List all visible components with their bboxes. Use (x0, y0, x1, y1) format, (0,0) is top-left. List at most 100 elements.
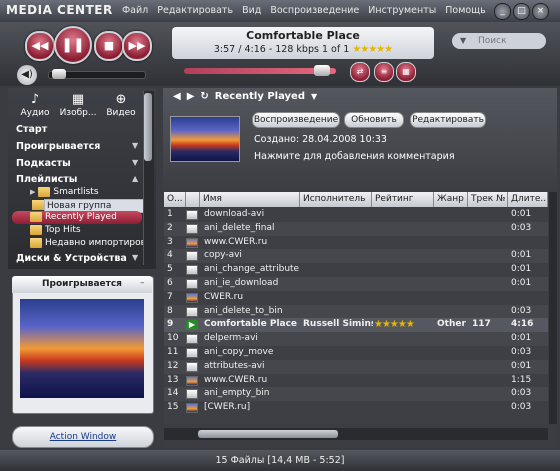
menu-help[interactable]: Помощь (445, 5, 485, 16)
cell-track (472, 360, 510, 374)
table-row[interactable]: 2 ani_delete_final 0:03 (164, 221, 548, 236)
forward-icon[interactable]: ▶ (187, 91, 195, 102)
cell-n: 7 (167, 291, 173, 302)
search-input[interactable]: ▼ Поиск (452, 33, 546, 49)
table-row[interactable]: 11 ani_copy_move 0:03 (164, 346, 548, 360)
cell-n: 15 (167, 402, 179, 413)
table-row[interactable]: 13 www.CWER.ru 1:15 (164, 374, 548, 388)
tree-smartlists[interactable]: ▶ Smartlists (30, 187, 99, 197)
expand-icon[interactable]: ▼ (132, 253, 138, 262)
cell-dur: 0:01 (511, 264, 532, 275)
menu-edit[interactable]: Редактировать (157, 5, 233, 16)
equalizer-icon[interactable]: ▦ (396, 62, 416, 82)
column-header-duration[interactable]: Длите... (508, 192, 548, 207)
table-row[interactable]: 15 [CWER.ru] 0:03 (164, 401, 548, 415)
column-header-icon[interactable] (186, 192, 200, 207)
play-pause-button[interactable]: ❚❚ (54, 26, 92, 64)
cell-rating (374, 277, 434, 291)
column-header-order[interactable]: О... (164, 192, 186, 207)
expand-icon[interactable]: ▼ (132, 158, 138, 167)
table-row[interactable]: 1 download-avi 0:01 (164, 208, 548, 222)
seek-slider-thumb[interactable] (314, 65, 330, 76)
add-comment-link[interactable]: Нажмите для добавления комментария (254, 151, 455, 162)
created-date: Создано: 28.04.2008 10:33 (254, 134, 387, 145)
table-row[interactable]: 7 CWER.ru (164, 291, 548, 305)
cell-artist (303, 291, 373, 305)
action-window-button[interactable]: Action Window (12, 426, 154, 448)
column-header-artist[interactable]: Исполнитель (300, 192, 372, 207)
refresh-icon[interactable]: ↻ (200, 91, 208, 102)
previous-button[interactable]: ◀◀ (25, 31, 55, 61)
album-art (20, 299, 144, 398)
table-row[interactable]: 14 ani_empty_bin 0:03 (164, 387, 548, 402)
cell-name: copy-avi (204, 250, 242, 261)
table-row[interactable]: 8 ani_delete_to_bin 0:03 (164, 304, 548, 319)
play-playlist-button[interactable]: Воспроизведение (252, 112, 340, 128)
table-row[interactable]: 10 delperm-avi 0:01 (164, 332, 548, 346)
expand-icon[interactable]: ▼ (132, 141, 138, 150)
maximize-button[interactable]: □ (513, 3, 530, 20)
chevron-down-icon[interactable]: ▼ (311, 92, 317, 101)
menu-playback[interactable]: Воспроизведение (270, 5, 359, 16)
volume-icon[interactable]: ◀) (17, 65, 37, 85)
table-horizontal-scrollbar-thumb[interactable] (198, 430, 338, 438)
category-audio[interactable]: ♪ Аудио (18, 92, 52, 118)
cell-dur: 0:03 (511, 402, 532, 413)
table-row[interactable]: 5 ani_change_attributes 0:01 (164, 263, 548, 277)
nav-devices[interactable]: Диски & Устройства (16, 253, 127, 264)
table-row[interactable]: 4 copy-avi 0:01 (164, 249, 548, 264)
refresh-button[interactable]: Обновить (344, 112, 404, 128)
nav-now-playing[interactable]: Проигрывается (16, 141, 100, 152)
menu-view[interactable]: Вид (242, 5, 261, 16)
shuffle-icon[interactable]: ⇄ (350, 62, 370, 82)
table-row[interactable]: ▶ 9 Comfortable Place Russell Simins ★★★★★ Ot… (164, 318, 548, 333)
table-vertical-scrollbar[interactable] (549, 192, 557, 424)
stop-button[interactable]: ■ (94, 31, 124, 61)
nav-podcasts[interactable]: Подкасты (16, 158, 71, 169)
category-images[interactable]: ▦ Изобр... (58, 92, 98, 118)
minimize-panel-icon[interactable]: – (140, 278, 145, 288)
tree-recently-imported-label: Недавно импортиров... (45, 238, 155, 248)
video-file-icon (186, 223, 198, 234)
tree-recently-imported[interactable]: Недавно импортиров... (30, 238, 155, 248)
table-row[interactable]: 12 attributes-avi 0:01 (164, 359, 548, 374)
back-icon[interactable]: ◀ (173, 91, 181, 102)
cell-track (472, 291, 510, 305)
cell-n: 11 (167, 347, 179, 357)
minimize-button[interactable]: _ (494, 3, 511, 20)
cell-name: www.CWER.ru (204, 374, 268, 385)
cell-n: 14 (167, 388, 179, 399)
column-header-rating[interactable]: Рейтинг (372, 192, 434, 207)
tree-recently-played-row[interactable]: Recently Played (30, 212, 117, 222)
app-title: MEDIA CENTER (6, 3, 113, 17)
cell-name: ani_change_attributes (204, 264, 299, 275)
sidebar-scrollbar-thumb[interactable] (144, 93, 152, 161)
breadcrumb-title[interactable]: Recently Played (215, 91, 305, 102)
cell-dur: 0:01 (511, 250, 532, 261)
menu-tools[interactable]: Инструменты (368, 5, 436, 16)
table-row[interactable]: 6 ani_ie_download 0:01 (164, 277, 548, 291)
playlist-icon[interactable]: ≡ (374, 62, 394, 82)
tree-top-hits[interactable]: Top Hits (30, 225, 81, 235)
track-rating[interactable]: ★★★★★ (352, 44, 393, 55)
category-video[interactable]: ⊕ Видео (104, 92, 138, 118)
table-row[interactable]: 3 www.CWER.ru (164, 236, 548, 250)
menu-file[interactable]: Файл (122, 5, 148, 16)
cell-n: 3 (167, 236, 173, 247)
cell-name: ani_ie_download (204, 278, 279, 288)
next-button[interactable]: ▶▶ (122, 31, 152, 61)
category-images-label: Изобр... (59, 108, 97, 118)
close-button[interactable]: × (532, 3, 549, 20)
volume-slider-thumb[interactable] (52, 69, 66, 79)
tree-expand-icon[interactable]: ▶ (30, 188, 35, 196)
video-file-icon (186, 334, 198, 345)
search-dropdown-icon[interactable]: ▼ (460, 33, 466, 49)
column-header-genre[interactable]: Жанр (434, 192, 468, 207)
edit-button[interactable]: Редактировать (410, 112, 486, 128)
column-header-track-number[interactable]: Трек № (468, 192, 508, 207)
collapse-icon[interactable]: ▲ (132, 174, 138, 183)
cell-n: 9 (167, 319, 174, 330)
nav-start[interactable]: Старт (16, 124, 47, 135)
nav-playlists[interactable]: Плейлисты (16, 174, 77, 185)
column-header-name[interactable]: Имя (200, 192, 300, 207)
